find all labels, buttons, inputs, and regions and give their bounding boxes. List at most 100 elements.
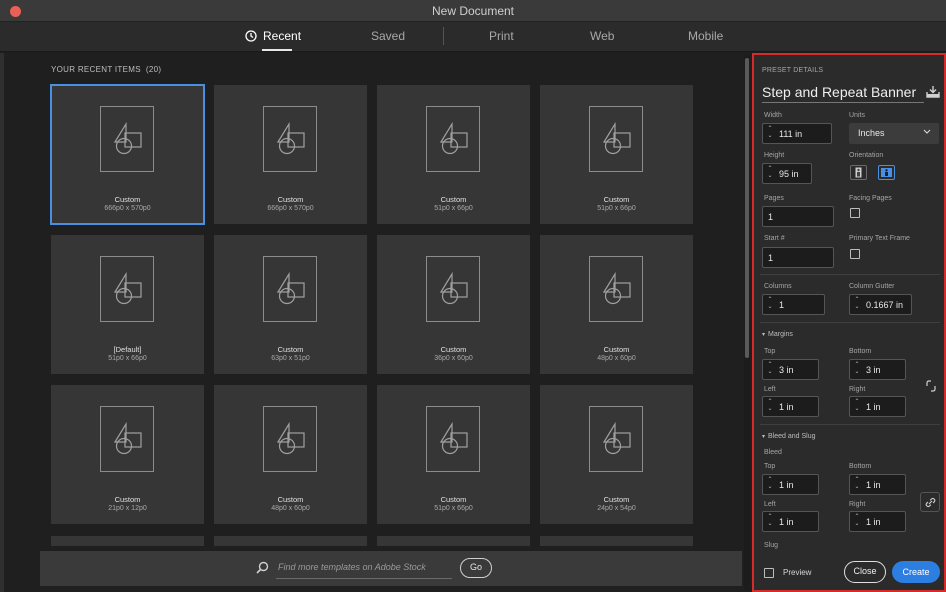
recent-item-dimensions: 21p0 x 12p0 (108, 505, 147, 512)
shapes-placeholder-icon (276, 271, 305, 305)
scrollbar-thumb[interactable] (745, 58, 749, 358)
recent-item-dimensions: 48p0 x 60p0 (271, 505, 310, 512)
document-thumbnail (100, 256, 154, 322)
tab-mobile[interactable]: Mobile (688, 29, 723, 43)
width-stepper[interactable]: ⌃ ⌄ 111 in (762, 123, 832, 144)
margin-bottom-stepper[interactable]: ⌃ ⌄ 3 in (849, 359, 906, 380)
close-button[interactable]: Close (844, 561, 886, 583)
tab-recent[interactable]: Recent (245, 29, 301, 43)
bleed-right-label: Right (849, 501, 866, 508)
shapes-placeholder-icon (276, 121, 305, 155)
tab-print[interactable]: Print (489, 29, 514, 43)
recent-item-name: Custom (277, 495, 304, 504)
recent-item-card[interactable]: Custom 36p0 x 60p0 (377, 235, 530, 374)
document-thumbnail (263, 106, 317, 172)
bleed-top-stepper[interactable]: ⌃ ⌄ 1 in (762, 474, 819, 495)
columns-stepper[interactable]: ⌃ ⌄ 1 (762, 294, 825, 315)
stepper-arrows-icon[interactable]: ⌃ ⌄ (766, 362, 774, 376)
landscape-orientation-button[interactable] (878, 165, 895, 180)
save-preset-icon[interactable] (926, 86, 940, 98)
stock-search-input[interactable]: Find more templates on Adobe Stock (278, 562, 426, 572)
pages-value: 1 (768, 212, 774, 222)
bleed-slug-section-toggle[interactable]: ▾ Bleed and Slug (762, 433, 816, 440)
document-thumbnail (263, 256, 317, 322)
stepper-arrows-icon[interactable]: ⌃ ⌄ (853, 399, 861, 413)
recent-item-card[interactable]: Custom 24p0 x 54p0 (540, 385, 693, 524)
preview-checkbox[interactable] (764, 568, 774, 578)
stepper-arrows-icon[interactable]: ⌃ ⌄ (766, 477, 774, 491)
document-thumbnail (100, 106, 154, 172)
recent-item-card[interactable]: Custom 666p0 x 570p0 (214, 85, 367, 224)
window-title: New Document (431, 4, 515, 18)
landscape-icon (881, 168, 892, 177)
stepper-arrows-icon[interactable]: ⌃ ⌄ (766, 514, 774, 528)
stepper-arrows-icon[interactable]: ⌃ ⌄ (766, 126, 774, 140)
stepper-arrows-icon[interactable]: ⌃ ⌄ (766, 297, 774, 311)
column-gutter-value: 0.1667 in (866, 300, 904, 310)
slug-label: Slug (764, 542, 779, 549)
unlinked-chain-icon[interactable] (925, 380, 937, 392)
tab-label: Recent (263, 29, 302, 43)
column-gutter-stepper[interactable]: ⌃ ⌄ 0.1667 in (849, 294, 912, 315)
recent-items-count: (20) (145, 65, 162, 74)
recent-item-card[interactable]: Custom 48p0 x 60p0 (540, 235, 693, 374)
margin-top-label: Top (764, 348, 776, 355)
primary-text-frame-checkbox[interactable] (850, 249, 860, 259)
pages-input[interactable]: 1 (762, 206, 834, 227)
margin-top-stepper[interactable]: ⌃ ⌄ 3 in (762, 359, 819, 380)
stepper-arrows-icon[interactable]: ⌃ ⌄ (853, 362, 861, 376)
margin-left-stepper[interactable]: ⌃ ⌄ 1 in (762, 396, 819, 417)
start-number-input[interactable]: 1 (762, 247, 834, 268)
create-button[interactable]: Create (892, 561, 940, 583)
card-partial (51, 536, 204, 546)
go-button[interactable]: Go (460, 558, 492, 578)
orientation-label: Orientation (849, 152, 884, 159)
recent-item-card[interactable]: Custom 51p0 x 66p0 (377, 385, 530, 524)
stepper-arrows-icon[interactable]: ⌃ ⌄ (766, 166, 774, 180)
recent-item-card[interactable]: Custom 51p0 x 66p0 (377, 85, 530, 224)
facing-pages-checkbox[interactable] (850, 208, 860, 218)
portrait-icon (855, 167, 862, 178)
portrait-orientation-button[interactable] (850, 165, 867, 180)
stepper-arrows-icon[interactable]: ⌃ ⌄ (853, 477, 861, 491)
stepper-arrows-icon[interactable]: ⌃ ⌄ (853, 514, 861, 528)
recent-item-card[interactable]: [Default] 51p0 x 66p0 (51, 235, 204, 374)
stepper-arrows-icon[interactable]: ⌃ ⌄ (766, 399, 774, 413)
recent-item-name: Custom (440, 345, 467, 354)
recent-item-dimensions: 51p0 x 66p0 (597, 205, 636, 212)
recent-item-card[interactable]: Custom 51p0 x 66p0 (540, 85, 693, 224)
bleed-bottom-stepper[interactable]: ⌃ ⌄ 1 in (849, 474, 906, 495)
margin-right-label: Right (849, 386, 866, 393)
height-label: Height (764, 152, 785, 159)
height-value: 95 in (779, 169, 799, 179)
shapes-placeholder-icon (439, 421, 468, 455)
document-thumbnail (263, 406, 317, 472)
units-select[interactable]: Inches (849, 123, 939, 144)
bleed-right-stepper[interactable]: ⌃ ⌄ 1 in (849, 511, 906, 532)
bleed-link-button[interactable] (920, 492, 940, 512)
search-icon (256, 561, 269, 574)
margin-right-value: 1 in (866, 402, 881, 412)
preset-name-input[interactable]: Step and Repeat Banner (762, 84, 924, 103)
stepper-arrows-icon[interactable]: ⌃ ⌄ (853, 297, 861, 311)
facing-pages-label: Facing Pages (849, 195, 892, 202)
recent-item-name: Custom (603, 495, 630, 504)
margins-section-toggle[interactable]: ▾ Margins (762, 331, 793, 338)
recent-item-card[interactable]: Custom 666p0 x 570p0 (50, 84, 205, 225)
recent-item-name: Custom (277, 195, 304, 204)
recent-item-dimensions: 51p0 x 66p0 (434, 505, 473, 512)
card-partial (214, 536, 367, 546)
preset-details-panel: PRESET DETAILS Step and Repeat Banner Wi… (752, 53, 946, 592)
margin-bottom-value: 3 in (866, 365, 881, 375)
shapes-placeholder-icon (602, 121, 631, 155)
recent-item-card[interactable]: Custom 63p0 x 51p0 (214, 235, 367, 374)
recent-item-card[interactable]: Custom 21p0 x 12p0 (51, 385, 204, 524)
tab-saved[interactable]: Saved (371, 29, 405, 43)
tab-web[interactable]: Web (590, 29, 614, 43)
height-stepper[interactable]: ⌃ ⌄ 95 in (762, 163, 812, 184)
margin-right-stepper[interactable]: ⌃ ⌄ 1 in (849, 396, 906, 417)
bleed-bottom-label: Bottom (849, 463, 872, 470)
bleed-left-stepper[interactable]: ⌃ ⌄ 1 in (762, 511, 819, 532)
recent-item-card[interactable]: Custom 48p0 x 60p0 (214, 385, 367, 524)
recent-items-title: YOUR RECENT ITEMS (51, 65, 141, 74)
